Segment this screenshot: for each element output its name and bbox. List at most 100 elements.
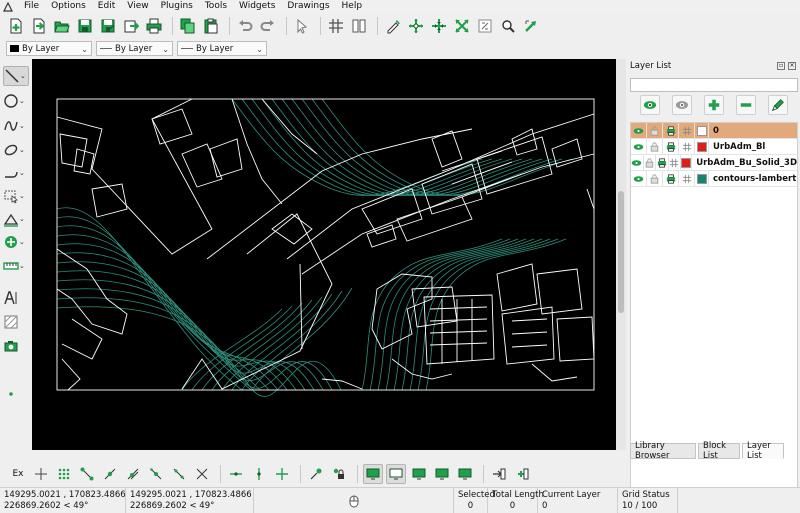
- export-button[interactable]: [121, 16, 141, 36]
- view-mode-5-button[interactable]: [455, 464, 475, 484]
- zoom-window-button[interactable]: [498, 16, 518, 36]
- menu-options[interactable]: Options: [45, 0, 92, 13]
- paste-button[interactable]: [201, 16, 221, 36]
- curve-tool-button[interactable]: ⌄: [3, 116, 29, 136]
- print-button[interactable]: [144, 16, 164, 36]
- dimension-tool-button[interactable]: ⌄: [3, 209, 29, 229]
- zoom-previous-button[interactable]: [475, 16, 495, 36]
- line-tool-button[interactable]: ⌄: [3, 66, 29, 86]
- menu-edit[interactable]: Edit: [92, 0, 121, 13]
- snap-free-button[interactable]: [31, 464, 51, 484]
- restrict-orthogonal-button[interactable]: [272, 464, 292, 484]
- snap-distance-button[interactable]: [169, 464, 189, 484]
- copy-button[interactable]: [178, 16, 198, 36]
- redo-button[interactable]: [258, 16, 278, 36]
- lock-icon[interactable]: [644, 154, 657, 171]
- eye-icon[interactable]: [631, 122, 647, 139]
- print-icon[interactable]: [663, 138, 679, 155]
- save-button[interactable]: [75, 16, 95, 36]
- select-pointer-button[interactable]: [292, 16, 312, 36]
- zoom-out-button[interactable]: [429, 16, 449, 36]
- show-all-layers-button[interactable]: [640, 95, 660, 115]
- menu-help[interactable]: Help: [336, 0, 369, 13]
- menu-tools[interactable]: Tools: [199, 0, 233, 13]
- restrict-vertical-button[interactable]: [249, 464, 269, 484]
- drawing-canvas[interactable]: [32, 59, 616, 450]
- restrict-horizontal-button[interactable]: [226, 464, 246, 484]
- print-icon[interactable]: [656, 154, 669, 171]
- new-from-template-button[interactable]: [29, 16, 49, 36]
- polyline-tool-button[interactable]: ⌄: [3, 163, 29, 183]
- snap-center-button[interactable]: [123, 464, 143, 484]
- pen-width-select[interactable]: By Layer ⌄: [96, 41, 173, 56]
- text-tool-button[interactable]: [3, 288, 29, 308]
- redraw-button[interactable]: [383, 16, 403, 36]
- view-mode-1-button[interactable]: [363, 464, 383, 484]
- close-icon[interactable]: ×: [788, 62, 796, 70]
- lock-icon[interactable]: [647, 170, 663, 187]
- tab-layer-list[interactable]: Layer List: [742, 441, 784, 461]
- insert-block-button[interactable]: [512, 464, 532, 484]
- draft-mode-button[interactable]: [349, 16, 369, 36]
- print-icon[interactable]: [663, 170, 679, 187]
- edit-layer-button[interactable]: [768, 95, 788, 115]
- construction-icon[interactable]: [679, 122, 695, 139]
- open-file-button[interactable]: [52, 16, 72, 36]
- construction-icon[interactable]: [679, 170, 695, 187]
- point-tool-button[interactable]: [3, 384, 29, 404]
- tab-library-browser[interactable]: Library Browser: [630, 441, 696, 461]
- construction-icon[interactable]: [669, 154, 682, 171]
- eye-icon[interactable]: [631, 138, 647, 155]
- print-icon[interactable]: [663, 122, 679, 139]
- hide-all-layers-button[interactable]: [672, 95, 692, 115]
- layer-filter-input[interactable]: [630, 78, 798, 92]
- info-tool-button[interactable]: ⌄: [3, 256, 29, 276]
- lock-icon[interactable]: [647, 122, 663, 139]
- snap-on-entity-button[interactable]: [100, 464, 120, 484]
- menu-view[interactable]: View: [121, 0, 154, 13]
- save-as-button[interactable]: [98, 16, 118, 36]
- exclusive-snap-button[interactable]: Ex: [8, 464, 28, 484]
- select-tool-button[interactable]: ⌄: [3, 186, 29, 206]
- set-relative-zero-button[interactable]: [306, 464, 326, 484]
- snap-intersection-button[interactable]: [192, 464, 212, 484]
- zoom-pan-button[interactable]: [521, 16, 541, 36]
- layer-row[interactable]: contours-lambert: [631, 170, 797, 187]
- image-tool-button[interactable]: [3, 336, 29, 356]
- layer-row[interactable]: 0: [631, 122, 797, 139]
- view-mode-2-button[interactable]: [386, 464, 406, 484]
- menu-plugins[interactable]: Plugins: [155, 0, 199, 13]
- undo-button[interactable]: [235, 16, 255, 36]
- snap-grid-button[interactable]: [54, 464, 74, 484]
- lock-icon[interactable]: [647, 138, 663, 155]
- menu-file[interactable]: File: [18, 0, 45, 13]
- eye-icon[interactable]: [631, 154, 644, 171]
- pen-color-select[interactable]: By Layer ⌄: [6, 41, 92, 56]
- scrollbar-thumb[interactable]: [618, 191, 624, 313]
- zoom-auto-button[interactable]: [452, 16, 472, 36]
- snap-middle-button[interactable]: [146, 464, 166, 484]
- remove-layer-button[interactable]: [736, 95, 756, 115]
- construction-icon[interactable]: [679, 138, 695, 155]
- float-dock-icon[interactable]: ▫: [777, 62, 785, 70]
- lock-relative-zero-button[interactable]: [329, 464, 349, 484]
- snap-endpoint-button[interactable]: [77, 464, 97, 484]
- ellipse-tool-button[interactable]: ⌄: [3, 140, 29, 160]
- pen-linetype-select[interactable]: By Layer ⌄: [177, 41, 267, 56]
- add-block-button[interactable]: [489, 464, 509, 484]
- layer-row[interactable]: UrbAdm_Bl: [631, 138, 797, 155]
- hatch-tool-button[interactable]: [3, 312, 29, 332]
- view-mode-4-button[interactable]: [432, 464, 452, 484]
- tab-block-list[interactable]: Block List: [698, 441, 740, 461]
- view-mode-3-button[interactable]: [409, 464, 429, 484]
- eye-icon[interactable]: [631, 170, 647, 187]
- grid-toggle-button[interactable]: [326, 16, 346, 36]
- new-file-button[interactable]: [6, 16, 26, 36]
- zoom-in-button[interactable]: [406, 16, 426, 36]
- modify-tool-button[interactable]: ⌄: [3, 232, 29, 252]
- menu-widgets[interactable]: Widgets: [233, 0, 281, 13]
- canvas-vertical-scrollbar[interactable]: [616, 59, 626, 450]
- circle-tool-button[interactable]: ⌄: [3, 91, 29, 111]
- add-layer-button[interactable]: [704, 95, 724, 115]
- menu-drawings[interactable]: Drawings: [281, 0, 335, 13]
